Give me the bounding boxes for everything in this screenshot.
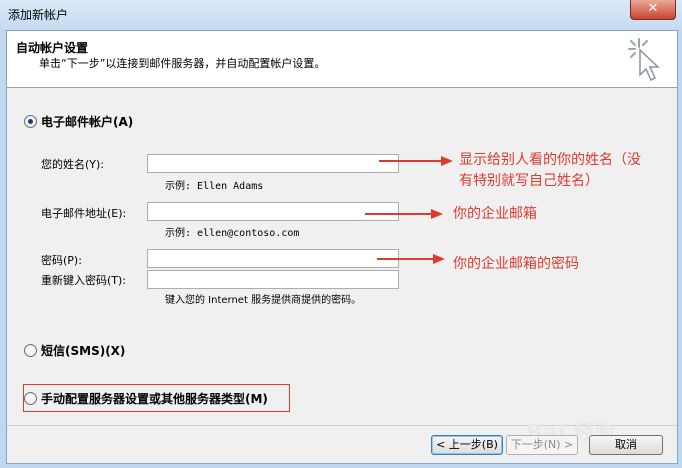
cancel-button[interactable]: 取消: [589, 435, 663, 455]
wizard-header: 自动帐户设置 单击“下一步”以连接到邮件服务器，并自动配置帐户设置。: [7, 31, 677, 88]
email-arrow: [365, 213, 431, 215]
name-annotation-line1: 显示给别人看的你的姓名（没: [459, 152, 641, 168]
page-subtitle: 单击“下一步”以连接到邮件服务器，并自动配置帐户设置。: [39, 57, 326, 70]
name-label: 您的姓名(Y):: [41, 158, 105, 171]
name-arrow: [379, 160, 441, 162]
back-button[interactable]: < 上一步(B): [431, 435, 503, 455]
email-account-label[interactable]: 电子邮件帐户(A): [41, 113, 133, 130]
name-input[interactable]: [147, 154, 399, 173]
page-title: 自动帐户设置: [16, 41, 89, 55]
password-arrow: [377, 258, 433, 260]
password-label: 密码(P):: [41, 254, 82, 267]
title-bar: 添加新帐户 ✕: [0, 0, 682, 30]
password-hint: 键入您的 Internet 服务提供商提供的密码。: [165, 295, 362, 306]
retype-password-label: 重新键入密码(T):: [41, 274, 127, 287]
email-arrow-head: [431, 209, 443, 219]
close-button[interactable]: ✕: [630, 0, 676, 20]
next-button[interactable]: 下一步(N) >: [506, 435, 578, 455]
email-example: 示例: ellen@contoso.com: [165, 228, 300, 239]
password-input[interactable]: [147, 249, 399, 268]
sms-radio[interactable]: [24, 344, 37, 357]
manual-config-label[interactable]: 手动配置服务器设置或其他服务器类型(M): [41, 390, 268, 407]
window-title: 添加新帐户: [8, 8, 69, 22]
cursor-sparkle-icon: [628, 38, 660, 82]
manual-config-radio[interactable]: [24, 392, 37, 405]
email-account-radio[interactable]: [24, 115, 37, 128]
retype-password-input[interactable]: [147, 270, 399, 289]
email-annotation: 你的企业邮箱: [453, 206, 537, 222]
email-input[interactable]: [147, 202, 399, 221]
email-label: 电子邮件地址(E):: [41, 207, 127, 220]
dialog-body: 自动帐户设置 单击“下一步”以连接到邮件服务器，并自动配置帐户设置。 电子邮件帐…: [6, 30, 678, 464]
name-arrow-head: [441, 156, 453, 166]
sms-label[interactable]: 短信(SMS)(X): [41, 342, 125, 359]
password-annotation: 你的企业邮箱的密码: [453, 256, 579, 272]
name-example: 示例: Ellen Adams: [165, 181, 264, 192]
password-arrow-head: [433, 254, 445, 264]
name-annotation-line2: 有特别就写自己姓名）: [459, 173, 599, 189]
